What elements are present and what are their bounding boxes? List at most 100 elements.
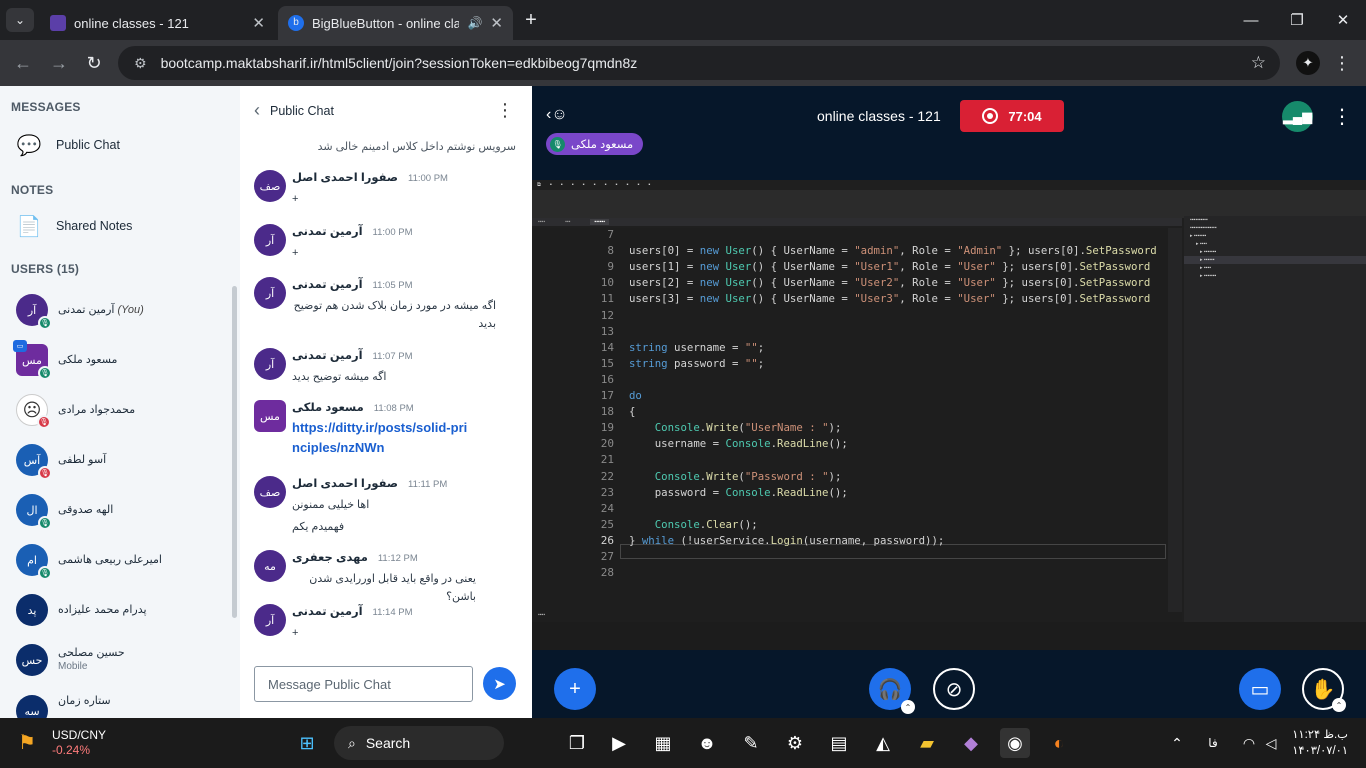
browser-tab-bar: ⌄ online classes - 121 ✕ b BigBlueButton…	[0, 0, 1366, 40]
user-list-scrollbar[interactable]	[232, 286, 237, 618]
reload-icon[interactable]: ↻	[79, 48, 109, 78]
code-line[interactable]: Console.Write("UserName : ");	[629, 421, 842, 434]
forward-icon[interactable]: →	[44, 48, 74, 78]
site-favicon-icon	[50, 15, 66, 31]
hand-icon: ✋	[1310, 678, 1336, 701]
user-toggle-icon[interactable]: ‹☺	[546, 106, 568, 124]
back-icon[interactable]: ←	[8, 48, 38, 78]
volume-icon[interactable]: ◁	[1256, 728, 1286, 758]
chat-header[interactable]: ‹ Public Chat	[254, 100, 334, 121]
send-icon: ➤	[493, 675, 506, 693]
chevron-left-icon[interactable]: ‹	[254, 100, 260, 121]
code-line[interactable]: users[3] = new User() { UserName = "User…	[629, 292, 1150, 305]
user-item[interactable]: پد پدرام محمد علیزاده	[16, 587, 226, 633]
chevron-up-icon: ⌃	[901, 700, 915, 714]
language-indicator[interactable]: فا	[1198, 728, 1228, 758]
close-tab-icon[interactable]: ✕	[490, 14, 503, 32]
code-text[interactable]: users[0] = new User() { UserName = "admi…	[629, 228, 1169, 638]
code-line[interactable]: do	[629, 389, 642, 402]
camera-toggle-button[interactable]: ⊘	[933, 668, 975, 710]
bookmark-star-icon[interactable]: ☆	[1251, 53, 1266, 73]
task-view-icon[interactable]: ❐	[562, 728, 592, 758]
vs-document-tabs: ▪▪▪▪ ▪▪▪ ▪▪▪▪▪▪	[532, 218, 1182, 226]
audio-playing-icon[interactable]: 🔊	[467, 16, 482, 30]
actions-plus-button[interactable]: +	[554, 668, 596, 710]
message-link[interactable]: https://ditty.ir/posts/solid-principles/…	[292, 418, 472, 458]
raise-hand-button[interactable]: ✋ ⌃	[1302, 668, 1346, 712]
user-item[interactable]: آس 🎙 آسو لطفی	[16, 437, 226, 483]
app-icon[interactable]: ▶	[604, 728, 634, 758]
user-item[interactable]: آر 🎙 آرمین تمدنی (You)	[16, 287, 226, 333]
site-info-icon[interactable]: ⚙	[134, 55, 147, 72]
audio-button[interactable]: 🎧 ⌃	[869, 668, 915, 714]
bbb-favicon-icon: b	[288, 15, 304, 31]
code-line[interactable]: Console.Clear();	[629, 518, 758, 531]
browser-menu-icon[interactable]: ⋮	[1330, 51, 1354, 75]
code-line[interactable]: users[0] = new User() { UserName = "admi…	[629, 244, 1157, 257]
stock-widget-icon[interactable]: ⚑	[18, 730, 36, 755]
folder-icon[interactable]: ▰	[912, 728, 942, 758]
code-line[interactable]: {	[629, 405, 635, 418]
restore-icon[interactable]: ❐	[1274, 0, 1320, 40]
options-menu-icon[interactable]: ⋮	[1332, 104, 1352, 129]
app-icon[interactable]: ☻	[692, 728, 722, 758]
user-item[interactable]: حس حسین مصلحی Mobile	[16, 637, 226, 683]
avatar: ام 🎙	[16, 544, 52, 580]
app-icon[interactable]: ◐	[1044, 728, 1074, 758]
app-icon[interactable]: ⚙	[780, 728, 810, 758]
chat-options-icon[interactable]: ⋮	[496, 100, 514, 121]
code-line[interactable]: string password = "";	[629, 357, 764, 370]
chat-bubble-icon: 💬	[16, 134, 42, 157]
stock-widget[interactable]: USD/CNY -0.24%	[52, 728, 106, 758]
connection-status-icon[interactable]: ▂▄▆	[1282, 101, 1313, 132]
vs-toolbar	[532, 190, 1366, 218]
calculator-icon[interactable]: ▦	[648, 728, 678, 758]
code-line[interactable]: password = Console.ReadLine();	[629, 486, 848, 499]
code-line[interactable]: string username = "";	[629, 341, 764, 354]
app-icon[interactable]: ◭	[868, 728, 898, 758]
avatar: سه	[16, 695, 48, 718]
sidebar-item-public-chat[interactable]: 💬 Public Chat	[16, 132, 120, 158]
code-line[interactable]: } while (!userService.Login(username, pa…	[629, 534, 944, 547]
store-icon[interactable]: ▤	[824, 728, 854, 758]
code-line[interactable]: Console.Write("Password : ");	[629, 470, 842, 483]
close-window-icon[interactable]: ✕	[1320, 0, 1366, 40]
line-number: 7	[607, 228, 614, 241]
screenshare-button[interactable]: ▭	[1239, 668, 1281, 710]
mic-icon: 🎙	[550, 136, 565, 152]
clock[interactable]: ۱۱:۲۴ ب.ظ ۱۴۰۳/۰۷/۰۱	[1292, 727, 1348, 759]
message-text: اها خیلیی ممنونن فهمیدم یکم	[292, 499, 370, 533]
minimize-icon[interactable]: —	[1228, 0, 1274, 40]
tab-online-classes[interactable]: online classes - 121 ✕	[40, 6, 275, 40]
visual-studio-icon[interactable]: ◆	[956, 728, 986, 758]
message-text: +	[292, 627, 299, 639]
chevron-up-icon[interactable]: ⌃	[1162, 728, 1192, 758]
user-item[interactable]: مس ▭ 🎙 مسعود ملکی	[13, 337, 226, 383]
code-editor[interactable]: 7 8 9 10 11 12 13 14 15 16 17 18 19 20 21 22 23 24 25 26 27 2…	[532, 228, 1182, 638]
code-line[interactable]: users[1] = new User() { UserName = "User…	[629, 260, 1150, 273]
code-line[interactable]: users[2] = new User() { UserName = "User…	[629, 276, 1150, 289]
chrome-icon[interactable]: ◉	[1000, 728, 1030, 758]
line-number: 28	[600, 566, 614, 580]
editor-scrollbar[interactable]	[1168, 228, 1182, 638]
sidebar-item-shared-notes[interactable]: 📄 Shared Notes	[16, 213, 133, 239]
start-icon[interactable]: ⊞	[292, 728, 322, 758]
recording-indicator[interactable]: 77:04	[960, 100, 1064, 132]
avatar: آر 🎙	[16, 294, 52, 330]
tab-bigbluebutton[interactable]: b BigBlueButton - online class 🔊 ✕	[278, 6, 513, 40]
user-item[interactable]: ☹ 🎙 محمدجواد مرادی	[16, 387, 226, 433]
extension-icon[interactable]: ✦	[1296, 51, 1320, 75]
url-field[interactable]: ⚙ bootcamp.maktabsharif.ir/html5client/j…	[118, 46, 1280, 80]
user-item[interactable]: سه ستاره زمان	[16, 687, 226, 718]
code-line[interactable]: username = Console.ReadLine();	[629, 437, 848, 450]
send-message-button[interactable]: ➤	[483, 667, 516, 700]
user-item[interactable]: ام 🎙 امیرعلی ربیعی هاشمی	[16, 537, 226, 583]
new-tab-button[interactable]: +	[520, 8, 542, 32]
line-number: 23	[600, 485, 614, 499]
tab-list-button[interactable]: ⌄	[6, 8, 34, 32]
app-icon[interactable]: ✎	[736, 728, 766, 758]
close-tab-icon[interactable]: ✕	[252, 14, 265, 32]
user-item[interactable]: ال 🎙 الهه صدوقی	[16, 487, 226, 533]
chat-message-input[interactable]: Message Public Chat	[254, 666, 473, 702]
taskbar-search[interactable]: ⌕ Search	[334, 726, 504, 760]
